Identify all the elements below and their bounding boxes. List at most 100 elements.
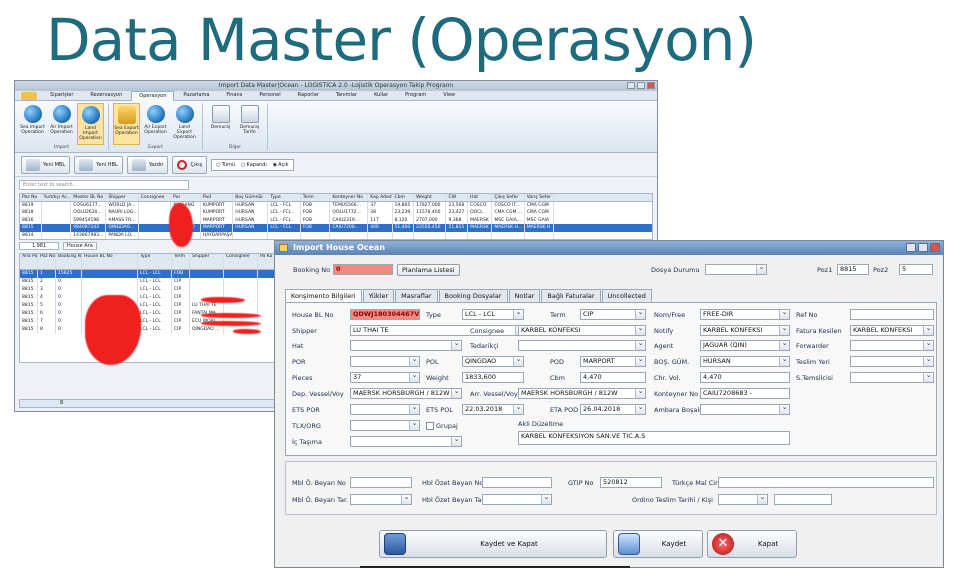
save-close-button[interactable]: Kaydet ve Kapat [379,530,607,558]
teslim-yeri-select[interactable] [850,356,934,367]
ordino-kisi-field[interactable] [774,494,832,505]
tab-tanimlar[interactable]: Tanımlar [328,90,365,101]
column-header[interactable]: Shipper [106,194,139,201]
sea-export-button[interactable]: Sea Export Operation [113,103,140,145]
pol-select[interactable]: QINGDAO [462,356,524,367]
agent-select[interactable]: JAGUAR (QIN) [700,340,790,351]
tab-view[interactable]: View [435,90,463,101]
tab-rezervasyon[interactable]: Rezervasyon [82,90,130,101]
column-header[interactable]: Boş Gümrük [233,194,269,201]
column-header[interactable]: Ana Poz [20,254,38,269]
eta-pod-select[interactable]: 26.04.2018 [580,404,646,415]
new-hbl-button[interactable]: Yeni HBL [74,155,123,174]
demuraj-button[interactable]: Demuraj [207,103,234,145]
consignee-select[interactable]: KARBEL KONFEKSI [518,325,646,336]
tab-finans[interactable]: Finans [218,90,250,101]
table-row[interactable]: 8816599454198AMASS FR...NINGBOMARPORTHUR… [20,216,652,224]
tab-konsimento[interactable]: Konşimento Bilgileri [285,289,362,303]
close-button[interactable]: Kapat [707,530,797,558]
tab-pazarlama[interactable]: Pazarlama [175,90,217,101]
gtip-field[interactable]: 520812 [600,477,662,488]
table-row[interactable]: 8815 5 0 LCL - LCL CIP LU THAI TE [20,302,276,310]
turkce-mal-field[interactable] [718,477,934,488]
booking-no-field[interactable]: 0 [333,264,393,275]
tab-notlar[interactable]: Notlar [508,289,541,302]
notify-select[interactable]: KARBEL KONFEKSI [700,325,790,336]
app-menu-icon[interactable] [21,91,37,100]
tab-personel[interactable]: Personel [251,90,288,101]
tab-uncollected[interactable]: Uncollected [601,289,652,302]
column-header[interactable]: Weight [414,194,447,201]
minimize-icon[interactable] [906,243,916,252]
column-header[interactable]: Cbm [393,194,415,201]
save-button[interactable]: Kaydet [613,530,703,558]
tab-program[interactable]: Program [397,90,434,101]
arr-vessel-select[interactable]: MAERSK HORSBURGH / 812W [518,388,646,399]
tab-siparisler[interactable]: Siparişler [42,90,81,101]
column-header[interactable]: CW [446,194,469,201]
konteyner-no-field[interactable]: CAIU7208683 - [700,388,790,399]
new-mbl-button[interactable]: Yeni MBL [21,155,71,174]
dep-vessel-select[interactable]: MAERSK HORSBURGH / 812W [350,388,462,399]
house-bl-no-field[interactable]: QDWJ180304467V [350,309,420,320]
tab-booking-dosyalar[interactable]: Booking Dosyalar [438,289,508,302]
column-header[interactable]: Pod [201,194,234,201]
table-row[interactable]: 8815 3 0 LCL - LCL CIP [20,286,276,294]
search-input[interactable]: Enter text to search... [19,180,189,190]
nomfree-select[interactable]: FREE-DIR [700,309,790,320]
por-select[interactable] [350,356,420,367]
exit-button[interactable]: Çıkış [172,155,208,174]
table-row[interactable]: 8814143867983...PANDA LO...NINGBOHAYDARP… [20,231,652,239]
table-row[interactable]: 8815 2 0 LCL - LCL CIP [20,278,276,286]
column-header[interactable]: Master BL No [71,194,107,201]
minimize-icon[interactable] [627,82,635,89]
temsilci-select[interactable] [850,372,934,383]
column-header[interactable]: Poz No [38,254,56,269]
hbl-ozet-field[interactable] [482,477,552,488]
print-button[interactable]: Yazdır [126,155,169,174]
column-header[interactable]: Term [301,194,331,201]
table-row[interactable]: 8815 1 15825 LCL - LCL FOB [20,270,276,278]
column-header[interactable]: Term [172,254,190,269]
column-header[interactable]: Consignee [224,254,258,269]
tlx-org-select[interactable] [350,420,420,431]
column-header[interactable]: House BL No [82,254,138,269]
poz1-field[interactable]: 8815 [837,264,869,275]
maximize-icon[interactable] [637,82,645,89]
column-header[interactable]: Kap Adedi [368,194,393,201]
column-header[interactable]: Yurtdışı Ac... [42,194,72,201]
land-import-button[interactable]: Land Import Operation [77,103,104,145]
bos-gum-select[interactable]: HURSAN [700,356,790,367]
hat-select[interactable] [350,340,462,351]
chr-vol-field[interactable]: 4,470 [700,372,790,383]
term-select[interactable]: CIP [580,309,646,320]
column-header[interactable]: Çıkış Sefer [492,194,525,201]
column-header[interactable]: Poz No [20,194,42,201]
tab-yukler[interactable]: Yükler [362,289,395,302]
poz2-field[interactable]: 5 [899,264,933,275]
column-header[interactable]: Type [268,194,301,201]
pieces-field[interactable]: 37 [350,372,420,383]
column-header[interactable]: Consignee [139,194,172,201]
tab-masraflar[interactable]: Masraflar [395,289,438,302]
mbl-tarih-select[interactable] [350,494,412,505]
akli-duzeltme-field[interactable]: KARBEL KONFEKSIYON SAN.VE TIC.A.S [518,431,790,445]
air-import-button[interactable]: Air Import Operation [48,103,75,145]
tedarikci-select[interactable] [518,340,646,351]
ic-tasima-select[interactable] [350,436,462,447]
radio-acik[interactable]: Açık [273,162,288,168]
column-header[interactable]: Shipper [190,254,224,269]
maximize-icon[interactable] [918,243,928,252]
close-icon[interactable] [930,243,940,252]
demuraj-tarife-button[interactable]: Demuraj Tarife [236,103,263,145]
dosya-durumu-select[interactable] [705,264,767,275]
pod-select[interactable]: MARPORT [580,356,646,367]
forwarder-select[interactable] [850,340,934,351]
ordino-tarih-select[interactable] [718,494,768,505]
radio-tumu[interactable]: Tümü [216,162,236,168]
grupaj-checkbox[interactable] [426,422,434,430]
tab-operasyon[interactable]: Operasyon [131,90,175,101]
hbl-tarih-select[interactable] [482,494,552,505]
house-search-button[interactable]: House Ara [63,241,97,250]
column-header[interactable]: Varış Sefer [525,194,555,201]
